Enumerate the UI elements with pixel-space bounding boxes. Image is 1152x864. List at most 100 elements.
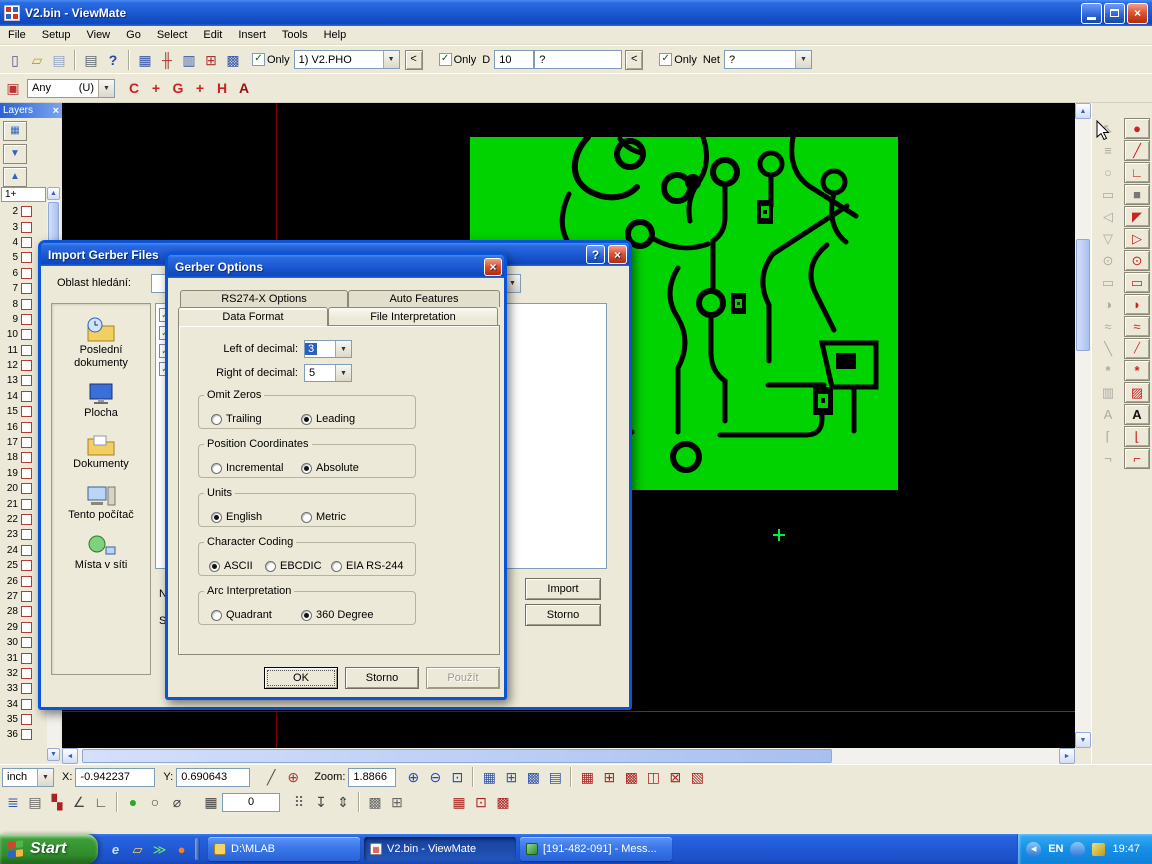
layer-color-checkbox[interactable] <box>21 591 32 602</box>
aperture-columns-icon[interactable]: ╫ <box>156 49 178 71</box>
tab-data-format[interactable]: Data Format <box>178 307 328 326</box>
dropdown-icon[interactable]: ▼ <box>383 51 399 68</box>
grid-large-icon[interactable]: ▦ <box>200 791 222 813</box>
dcode-desc-field[interactable]: ? <box>534 50 622 69</box>
draw-line-icon[interactable]: ╱ <box>1124 140 1150 161</box>
dcode-count-field[interactable]: 0 <box>222 793 280 812</box>
place-my-computer[interactable]: Tento počítač <box>52 483 150 522</box>
layer-color-checkbox[interactable] <box>21 468 32 479</box>
snap-left-tri-icon[interactable]: ◁ <box>1095 206 1121 227</box>
draw-star-icon[interactable]: * <box>1124 360 1150 381</box>
task-button-mlab[interactable]: D:\MLAB <box>208 837 360 861</box>
zoom-field[interactable]: 1.8866 <box>348 768 396 787</box>
layer-color-checkbox[interactable] <box>21 391 32 402</box>
draw-corner-icon[interactable]: ⌊ <box>1124 426 1150 447</box>
radio-ebcdic[interactable]: EBCDIC <box>265 560 322 572</box>
text-tool-icon[interactable]: A <box>233 77 255 99</box>
draw-wedge-icon[interactable]: ◤ <box>1124 206 1150 227</box>
dialog-help-button[interactable]: ? <box>586 245 605 264</box>
layer-table-icon[interactable]: ▥ <box>178 49 200 71</box>
text-insert-icon[interactable]: A <box>1124 404 1150 425</box>
highlight-gerber-icon[interactable]: G <box>167 77 189 99</box>
folder-quicklaunch-icon[interactable]: ▱ <box>128 840 147 859</box>
gerber-options-close-button[interactable]: × <box>484 258 502 276</box>
print-icon[interactable]: ▤ <box>80 49 102 71</box>
scroll-right-icon[interactable]: ► <box>1059 748 1075 764</box>
layers-panel-close-icon[interactable]: × <box>53 105 59 117</box>
layer-color-checkbox[interactable] <box>21 668 32 679</box>
menu-go[interactable]: Go <box>118 28 149 42</box>
draw-angle-icon[interactable]: ∟ <box>1124 162 1150 183</box>
snap-rect-icon[interactable]: ▭ <box>1095 184 1121 205</box>
layer-row-36[interactable]: 36 <box>1 727 47 742</box>
layer-color-checkbox[interactable] <box>21 714 32 725</box>
grid-snap-icon[interactable]: ⊞ <box>500 766 522 788</box>
snap-lines-icon[interactable]: ≡ <box>1095 140 1121 161</box>
tab-auto-features[interactable]: Auto Features <box>348 290 500 307</box>
draw-thin-line-icon[interactable]: ╱ <box>1124 338 1150 359</box>
radio-metric[interactable]: Metric <box>301 511 346 523</box>
draw-triangle-icon[interactable]: ▷ <box>1124 228 1150 249</box>
layer-color-checkbox[interactable] <box>21 252 32 263</box>
language-indicator[interactable]: EN <box>1048 843 1063 855</box>
dcode-value-field[interactable]: 10 <box>494 50 534 69</box>
browser-icon[interactable]: ● <box>172 840 191 859</box>
dropdown-icon[interactable]: ▼ <box>335 341 351 357</box>
layer-color-checkbox[interactable] <box>21 699 32 710</box>
layer-color-checkbox[interactable] <box>21 683 32 694</box>
only-dcode-checkbox[interactable]: ✓ <box>439 53 452 66</box>
move-layer-down-icon[interactable]: ▼ <box>3 144 27 164</box>
menu-file[interactable]: File <box>0 28 34 42</box>
red-pattern-b-icon[interactable]: ⊡ <box>470 791 492 813</box>
tray-collapse-icon[interactable]: ◀ <box>1026 842 1041 857</box>
scroll-down-icon[interactable]: ▼ <box>47 748 60 761</box>
zoom-out-icon[interactable]: ⊖ <box>424 766 446 788</box>
internet-explorer-icon[interactable]: e <box>106 840 125 859</box>
ok-button[interactable]: OK <box>264 667 338 689</box>
layer-color-checkbox[interactable] <box>21 314 32 325</box>
draw-pad-icon[interactable]: ● <box>1124 118 1150 139</box>
scroll-down-icon[interactable]: ▼ <box>1075 732 1091 748</box>
place-recent-documents[interactable]: Poslední dokumenty <box>52 316 150 369</box>
layer-color-checkbox[interactable] <box>21 576 32 587</box>
layer-stack-icon[interactable]: ≣ <box>2 791 24 813</box>
place-desktop[interactable]: Plocha <box>52 381 150 420</box>
scroll-left-icon[interactable]: ◄ <box>62 748 78 764</box>
menu-select[interactable]: Select <box>149 28 196 42</box>
diameter-icon[interactable]: ⌀ <box>166 791 188 813</box>
layer-color-checkbox[interactable] <box>21 406 32 417</box>
y-coordinate-field[interactable]: 0.690643 <box>176 768 250 787</box>
layer-table-icon[interactable]: ▦ <box>3 121 27 141</box>
layer-row-3[interactable]: 3 <box>1 219 47 234</box>
open-file-icon[interactable]: ▱ <box>26 49 48 71</box>
snap-corner-icon[interactable]: ⌈ <box>1095 426 1121 447</box>
layer-color-checkbox[interactable] <box>21 222 32 233</box>
snap-frame-icon[interactable]: ▭ <box>1095 272 1121 293</box>
draw-circle-icon[interactable]: ⊙ <box>1124 250 1150 271</box>
layers-panel-titlebar[interactable]: Layers × <box>0 103 62 118</box>
tab-file-interpretation[interactable]: File Interpretation <box>328 307 498 325</box>
highlight-component-icon[interactable]: C <box>123 77 145 99</box>
draw-hatch-icon[interactable]: ▨ <box>1124 382 1150 403</box>
snap-star-icon[interactable]: * <box>1095 360 1121 381</box>
canvas-horizontal-scrollbar[interactable]: ◄ ► <box>62 748 1075 764</box>
layer-color-checkbox[interactable] <box>21 437 32 448</box>
pad-view-5-icon[interactable]: ⊠ <box>664 766 686 788</box>
move-layer-up-icon[interactable]: ▲ <box>3 167 27 187</box>
status-light-icon[interactable]: ● <box>122 791 144 813</box>
menu-edit[interactable]: Edit <box>195 28 230 42</box>
dropdown-icon[interactable]: ▼ <box>335 365 351 381</box>
radio-360-degree[interactable]: 360 Degree <box>301 609 374 621</box>
pad-view-6-icon[interactable]: ▧ <box>686 766 708 788</box>
radio-absolute[interactable]: Absolute <box>301 462 359 474</box>
layer-row-35[interactable]: 35 <box>1 712 47 727</box>
dcode-grid-icon[interactable]: ▦ <box>134 49 156 71</box>
snap-down-tri-icon[interactable]: ▽ <box>1095 228 1121 249</box>
x-coordinate-field[interactable]: -0.942237 <box>75 768 155 787</box>
radio-incremental[interactable]: Incremental <box>211 462 283 474</box>
filled-square-icon[interactable]: ■ <box>1124 184 1150 205</box>
start-button[interactable]: Start <box>0 834 98 864</box>
draw-sine-icon[interactable]: ≈ <box>1124 316 1150 337</box>
layer-color-checkbox[interactable] <box>21 653 32 664</box>
selection-filter-combo[interactable]: Any (U) ▼ <box>27 79 115 98</box>
